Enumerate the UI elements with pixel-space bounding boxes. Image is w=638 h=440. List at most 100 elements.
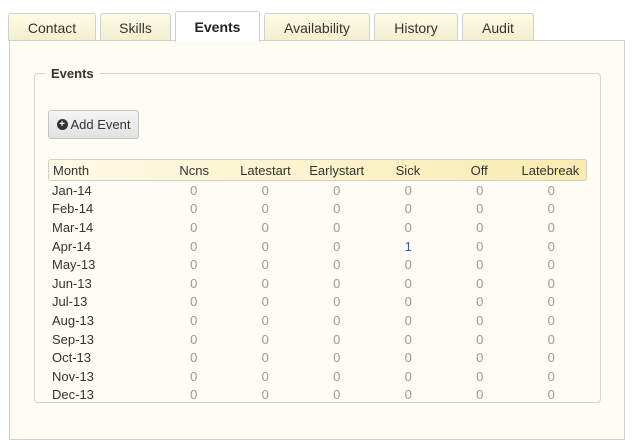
event-count-cell: 0 <box>404 312 412 328</box>
events-fieldset: Events + Add Event Month Ncns Latestart … <box>34 66 601 403</box>
add-event-label: Add Event <box>70 117 131 132</box>
event-count-cell: 0 <box>333 368 341 384</box>
event-count-cell: 0 <box>190 350 198 366</box>
table-row: Sep-13 0 0 0 0 0 0 <box>48 330 587 349</box>
event-count-cell: 0 <box>333 275 341 291</box>
month-cell: May-13 <box>52 257 96 273</box>
event-count-cell: 0 <box>190 257 198 273</box>
event-count-cell: 0 <box>547 257 555 273</box>
event-count-cell: 0 <box>261 238 269 254</box>
table-header: Month Ncns Latestart Earlystart Sick Off… <box>48 159 587 181</box>
table-row: May-13 0 0 0 0 0 0 <box>48 255 587 274</box>
month-cell: Mar-14 <box>52 219 94 235</box>
table-row: Nov-13 0 0 0 0 0 0 <box>48 367 587 386</box>
event-count-cell: 0 <box>547 312 555 328</box>
tab-audit[interactable]: Audit <box>462 13 534 41</box>
tab-events[interactable]: Events <box>175 11 260 42</box>
table-row: Dec-13 0 0 0 0 0 0 <box>48 386 587 405</box>
event-count-cell: 0 <box>404 182 412 198</box>
event-count-cell: 0 <box>190 201 198 217</box>
event-count-cell: 0 <box>261 275 269 291</box>
tab-contact[interactable]: Contact <box>8 13 96 41</box>
month-cell: Sep-13 <box>52 331 94 347</box>
tab-skills[interactable]: Skills <box>100 13 171 41</box>
month-cell: Nov-13 <box>52 368 94 384</box>
event-count-cell: 0 <box>547 368 555 384</box>
event-count-cell: 0 <box>476 387 484 403</box>
events-table: Month Ncns Latestart Earlystart Sick Off… <box>48 159 587 404</box>
event-count-cell: 0 <box>333 294 341 310</box>
column-header-ncns[interactable]: Ncns <box>159 163 230 178</box>
month-cell: Jul-13 <box>52 294 88 310</box>
event-count-cell: 0 <box>333 201 341 217</box>
event-count-cell: 0 <box>476 182 484 198</box>
event-count-cell: 0 <box>404 387 412 403</box>
event-count-cell: 0 <box>404 219 412 235</box>
month-cell: Aug-13 <box>52 312 94 328</box>
month-cell: Oct-13 <box>52 350 92 366</box>
event-count-cell: 0 <box>547 387 555 403</box>
table-row: Mar-14 0 0 0 0 0 0 <box>48 218 587 237</box>
event-count-cell: 0 <box>190 387 198 403</box>
event-count-cell: 0 <box>404 275 412 291</box>
column-header-month[interactable]: Month <box>49 163 159 178</box>
event-count-cell: 0 <box>476 275 484 291</box>
table-row: Jan-14 0 0 0 0 0 0 <box>48 181 587 200</box>
column-header-latebreak[interactable]: Latebreak <box>515 163 586 178</box>
event-count-cell: 0 <box>476 238 484 254</box>
event-count-cell: 0 <box>261 219 269 235</box>
event-count-cell: 0 <box>404 368 412 384</box>
column-header-earlystart[interactable]: Earlystart <box>301 163 372 178</box>
month-cell: Jan-14 <box>52 182 92 198</box>
event-count-cell: 0 <box>404 331 412 347</box>
event-count-cell: 0 <box>261 201 269 217</box>
event-count-cell: 0 <box>404 350 412 366</box>
event-count-cell: 0 <box>333 312 341 328</box>
event-count-cell: 0 <box>190 294 198 310</box>
event-count-cell: 0 <box>190 182 198 198</box>
month-cell: Feb-14 <box>52 201 94 217</box>
event-count-cell: 0 <box>333 238 341 254</box>
event-count-cell: 0 <box>333 257 341 273</box>
event-count-cell: 0 <box>261 368 269 384</box>
event-count-cell: 0 <box>190 368 198 384</box>
event-count-cell: 0 <box>547 201 555 217</box>
column-header-sick[interactable]: Sick <box>372 163 443 178</box>
event-count-link[interactable]: 1 <box>373 239 445 254</box>
column-header-latestart[interactable]: Latestart <box>230 163 301 178</box>
event-count-cell: 0 <box>261 387 269 403</box>
month-cell: Dec-13 <box>52 387 94 403</box>
event-count-cell: 0 <box>476 219 484 235</box>
event-count-cell: 0 <box>261 294 269 310</box>
event-count-cell: 0 <box>547 219 555 235</box>
event-count-cell: 0 <box>190 238 198 254</box>
event-count-cell: 0 <box>476 331 484 347</box>
event-count-cell: 0 <box>333 350 341 366</box>
event-count-cell: 0 <box>190 275 198 291</box>
table-row: Oct-13 0 0 0 0 0 0 <box>48 348 587 367</box>
add-event-button[interactable]: + Add Event <box>48 110 139 139</box>
event-count-cell: 0 <box>333 182 341 198</box>
month-cell: Apr-14 <box>52 238 92 254</box>
event-count-cell: 0 <box>333 331 341 347</box>
event-count-cell: 0 <box>190 331 198 347</box>
event-count-cell: 0 <box>190 219 198 235</box>
event-count-cell: 0 <box>333 387 341 403</box>
event-count-cell: 0 <box>261 182 269 198</box>
event-count-cell: 0 <box>190 312 198 328</box>
event-count-cell: 0 <box>404 257 412 273</box>
event-count-cell: 0 <box>547 275 555 291</box>
table-row: Feb-14 0 0 0 0 0 0 <box>48 200 587 219</box>
table-row: Apr-14 0 0 0 1 0 0 <box>48 237 587 256</box>
event-count-cell: 0 <box>547 238 555 254</box>
event-count-cell: 0 <box>476 312 484 328</box>
event-count-cell: 0 <box>261 312 269 328</box>
event-count-cell: 0 <box>476 257 484 273</box>
tab-availability[interactable]: Availability <box>264 13 370 41</box>
tab-panel: Events + Add Event Month Ncns Latestart … <box>9 40 625 440</box>
event-count-cell: 0 <box>476 201 484 217</box>
tab-history[interactable]: History <box>374 13 458 41</box>
month-cell: Jun-13 <box>52 275 92 291</box>
event-count-cell: 0 <box>261 350 269 366</box>
column-header-off[interactable]: Off <box>444 163 515 178</box>
